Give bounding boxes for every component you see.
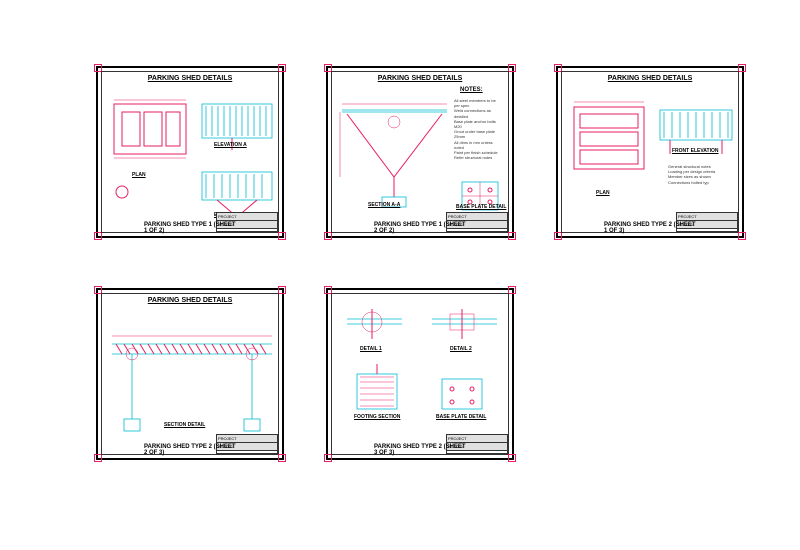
base-label: BASE PLATE DETAIL [456, 204, 506, 210]
sheet-title: PARKING SHED DETAILS [102, 297, 278, 304]
sheet-1: PARKING SHED DETAILS PLAN ELEVATION A EL… [96, 66, 284, 238]
sheet-4: PARKING SHED DETAILS SECTION DETAIL PROJ… [96, 288, 284, 460]
section-label: SECTION DETAIL [164, 422, 205, 428]
footing-label: FOOTING SECTION [354, 414, 400, 420]
sheet-footer: PARKING SHED TYPE 2 (SHEET 3 OF 3) [374, 444, 466, 456]
sheet-footer: PARKING SHED TYPE 2 (SHEET 2 OF 3) [144, 444, 236, 456]
sheet-3: PARKING SHED DETAILS PLAN FRONT ELEVATIO… [556, 66, 744, 238]
notes-title: NOTES: [460, 87, 483, 93]
drawing-details [332, 294, 508, 454]
sheet-footer: PARKING SHED TYPE 2 (SHEET 1 OF 3) [604, 222, 696, 234]
baseplate-label: BASE PLATE DETAIL [436, 414, 486, 420]
sheet-5: DETAIL 1 DETAIL 2 FOOTING SECTION BASE P… [326, 288, 514, 460]
sheet-footer: PARKING SHED TYPE 1 (SHEET 2 OF 2) [374, 222, 466, 234]
elev-a-label: ELEVATION A [214, 142, 247, 148]
front-label: FRONT ELEVATION [672, 148, 718, 154]
sheet-title: PARKING SHED DETAILS [102, 75, 278, 82]
sheet-title: PARKING SHED DETAILS [562, 75, 738, 82]
sheet-title: PARKING SHED DETAILS [332, 75, 508, 82]
notes-list: All steel members to be per specWeld con… [454, 98, 502, 160]
plan-label: PLAN [132, 172, 146, 178]
detail-1-label: DETAIL 1 [360, 346, 382, 352]
detail-2-label: DETAIL 2 [450, 346, 472, 352]
sheet-footer: PARKING SHED TYPE 1 (SHEET 1 OF 2) [144, 222, 236, 234]
section-label: SECTION A-A [368, 202, 400, 208]
notes-list: General structural notesLoading per desi… [668, 164, 728, 185]
plan-label: PLAN [596, 190, 610, 196]
sheet-2: PARKING SHED DETAILS NOTES: All steel me… [326, 66, 514, 238]
